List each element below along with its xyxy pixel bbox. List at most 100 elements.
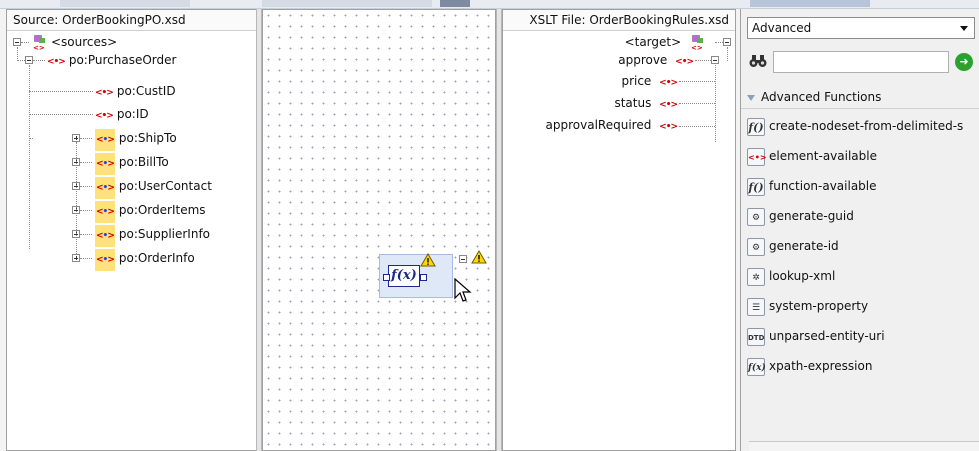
source-child-label: po:OrderItems	[118, 203, 206, 217]
palette-function-item[interactable]: ⚙ generate-guid	[747, 203, 854, 229]
source-child-node[interactable]: <•> po:UserContact	[95, 175, 212, 199]
element-icon: <•>	[659, 78, 678, 88]
approve-label: approve	[618, 53, 668, 67]
source-child-label: po:SupplierInfo	[118, 227, 211, 241]
property-sheet-icon: ☰	[747, 297, 765, 316]
source-schema-pane[interactable]: Source: OrderBookingPO.xsd <> <sources> …	[6, 9, 258, 451]
horizontal-scrollbar[interactable]	[749, 441, 979, 451]
component-palette: Advanced ➜ Advanced Functions f() create-…	[740, 9, 979, 451]
source-child-node[interactable]: <•> po:ShipTo	[95, 127, 177, 151]
source-child-node[interactable]: <•> po:ID	[95, 103, 149, 125]
input-port[interactable]	[383, 274, 390, 281]
source-child-label: po:UserContact	[118, 179, 212, 193]
target-child-node[interactable]: approvalRequired <•>	[545, 114, 678, 136]
category-select-value: Advanced	[752, 21, 812, 35]
function-label: lookup-xml	[769, 269, 836, 283]
id-generator-icon: ⚙	[747, 237, 765, 256]
mapping-canvas[interactable]: f(x)	[262, 9, 496, 451]
source-child-label: po:OrderInfo	[118, 251, 195, 265]
complex-element-icon: <•>	[95, 177, 115, 199]
purchaseorder-node[interactable]: <•> po:PurchaseOrder	[47, 49, 176, 71]
palette-function-item[interactable]: f(x) xpath-expression	[747, 353, 872, 379]
palette-function-item[interactable]: DTD unparsed-entity-uri	[747, 323, 885, 349]
complex-element-icon: <•>	[95, 129, 115, 151]
element-icon: <•>	[95, 111, 114, 121]
palette-search-input[interactable]	[773, 51, 949, 73]
svg-text:<>: <>	[33, 44, 45, 51]
warning-icon	[471, 250, 487, 264]
function-node[interactable]: f(x)	[388, 265, 420, 287]
element-icon: <•>	[659, 122, 678, 132]
source-child-node[interactable]: <•> po:BillTo	[95, 151, 169, 175]
approve-node[interactable]: approve <•>	[618, 49, 694, 71]
element-icon: <•>	[95, 88, 114, 98]
element-icon: <•>	[659, 100, 678, 110]
palette-function-item[interactable]: f() create-nodeset-from-delimited-s	[747, 113, 963, 139]
target-child-label: status	[614, 96, 652, 110]
target-child-label: price	[621, 74, 652, 88]
complex-element-icon: <•>	[95, 153, 115, 175]
palette-tab[interactable]	[750, 0, 870, 7]
source-child-label: po:BillTo	[118, 155, 169, 169]
source-child-label: po:ShipTo	[118, 131, 177, 145]
palette-function-item[interactable]: <•> element-available	[747, 143, 877, 169]
function-label: element-available	[769, 149, 877, 163]
function-label: generate-id	[769, 239, 839, 253]
palette-function-item[interactable]: f() function-available	[747, 173, 877, 199]
target-schema-pane[interactable]: XSLT File: OrderBookingRules.xsd <target…	[502, 9, 736, 451]
target-child-node[interactable]: price <•>	[621, 70, 678, 92]
target-root-label: <target>	[624, 35, 682, 49]
top-tab-strip	[0, 0, 979, 9]
function-label: function-available	[769, 179, 877, 193]
function-label: generate-guid	[769, 209, 854, 223]
complex-element-icon: <•>	[95, 201, 115, 223]
category-select[interactable]: Advanced	[747, 17, 975, 39]
sources-label: <sources>	[51, 35, 118, 49]
tab-segment[interactable]	[262, 0, 432, 7]
lookup-icon: ✲	[747, 267, 765, 286]
source-child-node[interactable]: <•> po:OrderInfo	[95, 247, 195, 271]
collapse-approve-toggle[interactable]	[711, 56, 719, 64]
palette-function-item[interactable]: ☰ system-property	[747, 293, 868, 319]
source-child-node[interactable]: <•> po:SupplierInfo	[95, 223, 211, 247]
element-icon: <•>	[747, 147, 767, 166]
target-child-label: approvalRequired	[545, 118, 652, 132]
collapse-function-toggle[interactable]	[459, 255, 467, 263]
function-selection-box[interactable]: f(x)	[379, 253, 453, 298]
tab-segment[interactable]	[60, 0, 190, 7]
binoculars-icon[interactable]	[749, 54, 767, 68]
function-icon: f()	[747, 177, 765, 196]
element-icon: <•>	[47, 57, 66, 67]
source-child-node[interactable]: <•> po:CustID	[95, 80, 176, 102]
expand-shipto-toggle[interactable]	[72, 134, 80, 142]
collapse-sources-toggle[interactable]	[13, 38, 21, 46]
mouse-cursor-icon	[454, 278, 472, 302]
target-child-node[interactable]: status <•>	[614, 92, 678, 114]
collapse-section-icon	[747, 94, 755, 101]
tab-segment[interactable]	[440, 0, 470, 7]
function-icon: f()	[747, 117, 765, 136]
palette-function-item[interactable]: ⚙ generate-id	[747, 233, 839, 259]
sources-icon: <>	[31, 34, 47, 52]
source-title: Source: OrderBookingPO.xsd	[7, 10, 257, 31]
output-port[interactable]	[420, 274, 427, 281]
advanced-functions-header[interactable]: Advanced Functions	[747, 87, 881, 107]
section-title: Advanced Functions	[761, 90, 882, 104]
target-title: XSLT File: OrderBookingRules.xsd	[503, 10, 735, 31]
id-generator-icon: ⚙	[747, 207, 765, 226]
function-label: unparsed-entity-uri	[769, 329, 885, 343]
collapse-purchaseorder-toggle[interactable]	[25, 56, 33, 64]
dtd-icon: DTD	[747, 327, 765, 346]
function-label: create-nodeset-from-delimited-s	[769, 119, 964, 133]
element-icon: <•>	[675, 57, 694, 67]
purchaseorder-label: po:PurchaseOrder	[68, 53, 177, 67]
function-label: system-property	[769, 299, 869, 313]
chevron-down-icon	[960, 26, 968, 31]
go-arrow-icon[interactable]: ➜	[955, 53, 973, 71]
complex-element-icon: <•>	[95, 249, 115, 271]
expand-orderinfo-toggle[interactable]	[72, 254, 80, 262]
source-child-node[interactable]: <•> po:OrderItems	[95, 199, 206, 223]
collapse-target-toggle[interactable]	[723, 38, 731, 46]
palette-function-item[interactable]: ✲ lookup-xml	[747, 263, 835, 289]
source-child-label: po:CustID	[116, 84, 176, 98]
